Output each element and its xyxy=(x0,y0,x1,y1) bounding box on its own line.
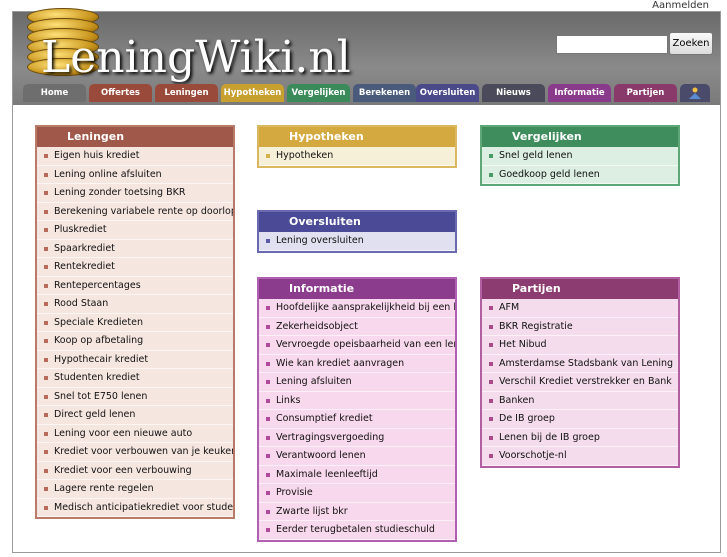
tab-leningen[interactable]: Leningen xyxy=(155,84,218,102)
tab-oversluiten[interactable]: Oversluiten xyxy=(416,84,479,102)
tab-user-icon[interactable] xyxy=(680,84,710,102)
list-item-partijen[interactable]: De IB groep xyxy=(482,410,678,429)
site-logo[interactable]: LeningWiki.nl xyxy=(41,32,351,83)
search-button[interactable]: Zoeken xyxy=(669,32,713,55)
box-oversluiten: Oversluiten Lening oversluiten xyxy=(257,210,457,253)
list-item-informatie[interactable]: Wie kan krediet aanvragen xyxy=(259,354,455,373)
list-item-oversluiten[interactable]: Lening oversluiten xyxy=(259,232,455,251)
list-item-partijen[interactable]: Lenen bij de IB groep xyxy=(482,428,678,447)
login-link[interactable]: Aanmelden xyxy=(652,0,709,11)
content-area: Leningen Eigen huis krediet Lening online… xyxy=(13,107,720,557)
list-item-leningen[interactable]: Lening voor een nieuwe auto xyxy=(37,424,233,443)
list-item-leningen[interactable]: Direct geld lenen xyxy=(37,406,233,425)
list-vergelijken: Snel geld lenen Goedkoop geld lenen xyxy=(482,147,678,184)
tab-berekenen[interactable]: Berekenen xyxy=(353,84,416,102)
list-item-leningen[interactable]: Pluskrediet xyxy=(37,221,233,240)
list-item-leningen[interactable]: Lening online afsluiten xyxy=(37,165,233,184)
list-item-leningen[interactable]: Berekening variabele rente op doorlopend xyxy=(37,202,233,221)
list-item-informatie[interactable]: Vertragingsvergoeding xyxy=(259,428,455,447)
box-informatie: Informatie Hoofdelijke aansprakelijkheid… xyxy=(257,277,457,542)
list-item-leningen[interactable]: Lagere rente regelen xyxy=(37,480,233,499)
list-item-leningen[interactable]: Eigen huis krediet xyxy=(37,147,233,166)
list-item-leningen[interactable]: Rentekrediet xyxy=(37,258,233,277)
list-item-leningen[interactable]: Krediet voor verbouwen van je keuken xyxy=(37,443,233,462)
box-hypotheken: Hypotheken Hypotheken xyxy=(257,125,457,168)
list-hypotheken: Hypotheken xyxy=(259,147,455,166)
list-item-informatie[interactable]: Consumptief krediet xyxy=(259,410,455,429)
list-item-informatie[interactable]: Zwarte lijst bkr xyxy=(259,502,455,521)
list-informatie: Hoofdelijke aansprakelijkheid bij een le… xyxy=(259,299,455,540)
list-item-hypotheken[interactable]: Hypotheken xyxy=(259,147,455,166)
list-item-partijen[interactable]: Amsterdamse Stadsbank van Lening xyxy=(482,354,678,373)
list-item-leningen[interactable]: Lening zonder toetsing BKR xyxy=(37,184,233,203)
list-item-leningen[interactable]: Spaarkrediet xyxy=(37,239,233,258)
list-item-partijen[interactable]: Voorschotje-nl xyxy=(482,447,678,466)
page-frame: LeningWiki.nl Zoeken Home Offertes Lenin… xyxy=(12,8,721,553)
list-item-partijen[interactable]: BKR Registratie xyxy=(482,317,678,336)
list-item-informatie[interactable]: Zekerheidsobject xyxy=(259,317,455,336)
tab-home[interactable]: Home xyxy=(23,84,86,102)
box-hypotheken-header: Hypotheken xyxy=(259,127,455,147)
list-item-partijen[interactable]: Verschil Krediet verstrekker en Bank xyxy=(482,373,678,392)
site-header: LeningWiki.nl Zoeken Home Offertes Lenin… xyxy=(13,8,720,105)
box-oversluiten-header: Oversluiten xyxy=(259,212,455,232)
list-item-leningen[interactable]: Rood Staan xyxy=(37,295,233,314)
tab-partijen[interactable]: Partijen xyxy=(614,84,677,102)
list-item-informatie[interactable]: Eerder terugbetalen studieschuld xyxy=(259,521,455,540)
list-item-leningen[interactable]: Koop op afbetaling xyxy=(37,332,233,351)
tab-hypotheken[interactable]: Hypotheken xyxy=(221,84,284,102)
box-vergelijken: Vergelijken Snel geld lenen Goedkoop geld… xyxy=(480,125,680,186)
list-item-informatie[interactable]: Verantwoord lenen xyxy=(259,447,455,466)
box-leningen: Leningen Eigen huis krediet Lening online… xyxy=(35,125,235,519)
list-item-partijen[interactable]: AFM xyxy=(482,299,678,318)
box-partijen: Partijen AFM BKR Registratie Het Nibud Amst… xyxy=(480,277,680,468)
list-item-leningen[interactable]: Medisch anticipatiekrediet voor studente… xyxy=(37,498,233,517)
list-item-informatie[interactable]: Provisie xyxy=(259,484,455,503)
list-item-informatie[interactable]: Vervroegde opeisbaarheid van een lening xyxy=(259,336,455,355)
list-item-informatie[interactable]: Lening afsluiten xyxy=(259,373,455,392)
list-partijen: AFM BKR Registratie Het Nibud Amsterdamse S… xyxy=(482,299,678,466)
list-item-leningen[interactable]: Rentepercentages xyxy=(37,276,233,295)
list-item-leningen[interactable]: Snel tot E750 lenen xyxy=(37,387,233,406)
list-item-informatie[interactable]: Hoofdelijke aansprakelijkheid bij een le… xyxy=(259,299,455,318)
list-leningen: Eigen huis krediet Lening online afsluite… xyxy=(37,147,233,517)
box-informatie-header: Informatie xyxy=(259,279,455,299)
tab-nieuws[interactable]: Nieuws xyxy=(482,84,545,102)
tab-offertes[interactable]: Offertes xyxy=(89,84,152,102)
list-oversluiten: Lening oversluiten xyxy=(259,232,455,251)
tab-informatie[interactable]: Informatie xyxy=(548,84,611,102)
box-partijen-header: Partijen xyxy=(482,279,678,299)
list-item-informatie[interactable]: Maximale leenleeftijd xyxy=(259,465,455,484)
list-item-vergelijken[interactable]: Snel geld lenen xyxy=(482,147,678,166)
box-vergelijken-header: Vergelijken xyxy=(482,127,678,147)
list-item-leningen[interactable]: Speciale Kredieten xyxy=(37,313,233,332)
list-item-vergelijken[interactable]: Goedkoop geld lenen xyxy=(482,165,678,184)
list-item-partijen[interactable]: Het Nibud xyxy=(482,336,678,355)
list-item-partijen[interactable]: Banken xyxy=(482,391,678,410)
list-item-leningen[interactable]: Krediet voor een verbouwing xyxy=(37,461,233,480)
box-leningen-header: Leningen xyxy=(37,127,233,147)
list-item-leningen[interactable]: Studenten krediet xyxy=(37,369,233,388)
tab-vergelijken[interactable]: Vergelijken xyxy=(287,84,350,102)
search-input[interactable] xyxy=(556,35,668,54)
list-item-leningen[interactable]: Hypothecair krediet xyxy=(37,350,233,369)
list-item-informatie[interactable]: Links xyxy=(259,391,455,410)
